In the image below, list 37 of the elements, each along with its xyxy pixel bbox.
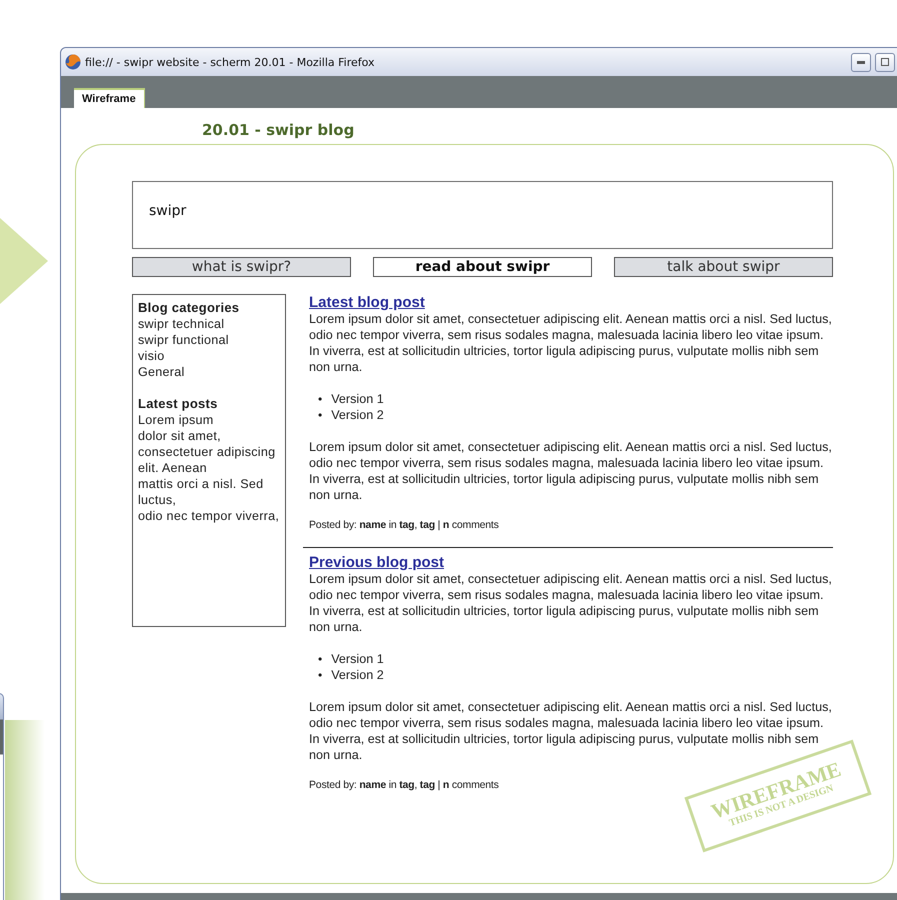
post-paragraph: Lorem ipsum dolor sit amet, consectetuer adipiscing elit. Aenean mattis orci a nisl. Sed luctus, odio nec tempor viverra, sem risus sodales magna, malesuada lacinia libero leo vitae ipsum. In viverra, est at sollicitudin ultricies, tortor ligula adipiscing purus, vulputate mollis nibh sem non urna. (309, 311, 833, 375)
list-item: Version 2 (331, 667, 384, 683)
post-paragraph: Lorem ipsum dolor sit amet, consectetuer adipiscing elit. Aenean mattis orci a nisl. Sed luctus, odio nec tempor viverra, sem risus sodales magna, malesuada lacinia libero leo vitae ipsum. In viverra, est at sollicitudin ultricies, tortor ligula adipiscing purus, vulputate mollis nibh sem non urna. (309, 439, 833, 503)
window-title: file:// - swipr website - scherm 20.01 - Mozilla Firefox (85, 56, 376, 68)
list-item: Version 1 (331, 391, 384, 407)
list-item: Version 2 (331, 407, 384, 423)
post-meta: Posted by: name in tag, tag | n comments (309, 518, 499, 533)
minimize-button[interactable] (851, 52, 871, 72)
sidebar-link[interactable]: visio (138, 348, 280, 364)
sidebar-heading: Latest posts (138, 396, 219, 412)
post-paragraph: Lorem ipsum dolor sit amet, consectetuer adipiscing elit. Aenean mattis orci a nisl. Sed luctus, odio nec tempor viverra, sem risus sodales magna, malesuada lacinia libero leo vitae ipsum. In viverra, est at sollicitudin ultricies, tortor ligula adipiscing purus, vulputate mollis nibh sem non urna. (309, 699, 833, 762)
browser-icon (65, 54, 81, 70)
sidebar-link[interactable]: Lorem ipsum (138, 412, 280, 428)
maximize-icon (881, 58, 889, 66)
bullet-marker: • (318, 407, 322, 423)
tab[interactable]: Wireframe (74, 88, 145, 108)
maximize-button[interactable] (875, 52, 895, 72)
sidebar-link[interactable]: odio nec tempor viverra, (138, 508, 280, 524)
post-paragraph: Lorem ipsum dolor sit amet, consectetuer adipiscing elit. Aenean mattis orci a nisl. Sed luctus, odio nec tempor viverra, sem risus sodales magna, malesuada lacinia libero leo vitae ipsum. In viverra, est at sollicitudin ultricies, tortor ligula adipiscing purus, vulputate mollis nibh sem non urna. (309, 571, 833, 635)
list-item: Version 1 (331, 651, 384, 667)
minimize-icon (857, 60, 865, 64)
sidebar-link[interactable]: dolor sit amet, (138, 428, 280, 444)
bullet-marker: • (318, 391, 322, 407)
nav-button[interactable]: talk about swipr (614, 257, 833, 277)
post-title-link[interactable]: Latest blog post (309, 294, 425, 311)
page-heading: 20.01 - swipr blog (202, 121, 356, 141)
bullet-marker: • (318, 651, 322, 667)
nav-button[interactable]: read about swipr (373, 257, 592, 277)
sidebar-link[interactable]: General (138, 364, 280, 380)
site-title: swipr (149, 203, 186, 219)
post-meta: Posted by: name in tag, tag | n comments (309, 778, 499, 793)
nav-button[interactable]: what is swipr? (132, 257, 351, 277)
bullet-marker: • (318, 667, 322, 683)
sidebar-link[interactable]: swipr technical (138, 316, 280, 332)
sidebar-heading: Blog categories (138, 300, 240, 316)
post-title-link[interactable]: Previous blog post (309, 554, 444, 571)
sidebar-link[interactable]: swipr functional (138, 332, 280, 348)
